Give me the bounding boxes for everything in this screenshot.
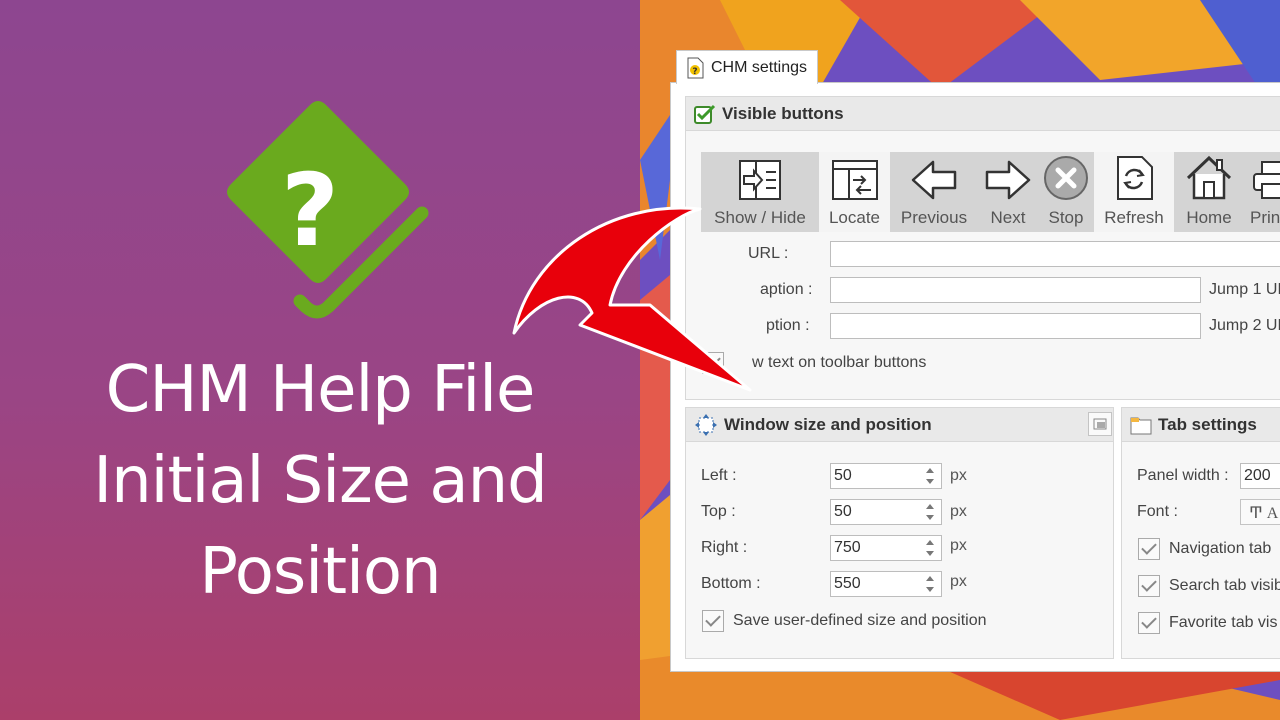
svg-text:?: ? [281,152,339,269]
bottom-label: Bottom : [701,575,761,592]
save-user-size-checkbox[interactable] [702,610,724,632]
spin-arrows-icon[interactable] [925,538,935,558]
tab-settings-header: Tab settings [1122,408,1280,442]
arrow-right-icon [985,160,1031,200]
headline-line-2: Initial Size and [93,444,548,518]
folder-tab-icon [1130,417,1152,434]
window-capture-icon [1093,418,1107,430]
jump2-url-label: Jump 2 UR [1209,317,1280,334]
search-tab-checkbox[interactable] [1138,575,1160,597]
headline-line-3: Position [199,535,441,609]
favorite-tab-checkbox[interactable] [1138,612,1160,634]
panel-width-label: Panel width : [1137,467,1229,484]
left-label: Left : [701,467,737,484]
panel-width-spinner[interactable]: 200 [1240,463,1280,489]
top-spinner[interactable]: 50 [830,499,942,525]
locate-icon [831,160,878,200]
toolbar-button-previous[interactable]: Previous [890,152,978,232]
toolbar-label: Previous [900,208,968,227]
tab-settings-title: Tab settings [1158,414,1257,434]
search-tab-label: Search tab visib [1169,577,1280,594]
spin-arrows-icon[interactable] [925,502,935,522]
right-label: Right : [701,539,748,556]
left-unit: px [950,467,967,484]
window-size-header: Window size and position [686,408,1113,442]
visible-buttons-header: Visible buttons [686,97,1280,131]
navigation-tab-checkbox[interactable] [1138,538,1160,560]
tab-label: CHM settings [711,58,808,76]
panel-width-value: 200 [1244,467,1271,484]
pick-position-button[interactable] [1088,412,1112,436]
arrow-left-icon [911,160,957,200]
stop-icon [1044,156,1088,200]
favorite-tab-label: Favorite tab vis [1169,614,1278,631]
toolbar-button-refresh[interactable]: Refresh [1094,152,1174,232]
bottom-unit: px [950,573,967,590]
toolbar-label: Next [990,208,1026,227]
svg-text:?: ? [692,67,697,77]
jump1-url-label: Jump 1 UR [1209,281,1280,298]
save-user-size-label: Save user-defined size and position [733,612,987,629]
help-book-logo-icon: ? [227,101,429,319]
spin-arrows-icon[interactable] [925,466,935,486]
toolbar-label: Refresh [1104,208,1164,227]
refresh-icon [1117,156,1153,200]
font-icon: Ͳ A [1249,505,1279,522]
right-value: 750 [834,539,861,556]
toolbar-button-next[interactable]: Next [978,152,1038,232]
toolbar-button-stop[interactable]: Stop [1038,152,1094,232]
toolbar-button-home[interactable]: Home [1174,152,1244,232]
jump2-caption-input[interactable] [830,313,1201,339]
bottom-spinner[interactable]: 550 [830,571,942,597]
font-label: Font : [1137,503,1178,520]
jump1-caption-input[interactable] [830,277,1201,303]
left-spinner[interactable]: 50 [830,463,942,489]
toolbar-button-locate[interactable]: Locate [819,152,890,232]
spin-arrows-icon[interactable] [925,574,935,594]
window-size-title: Window size and position [724,414,932,434]
checklist-icon [694,104,716,124]
right-unit: px [950,537,967,554]
tab-chm-settings[interactable]: ? CHM settings [676,50,818,84]
visible-buttons-title: Visible buttons [722,103,844,123]
navigation-tab-label: Navigation tab [1169,540,1272,557]
toolbar-label: Locate [828,208,881,227]
red-curved-arrow-icon [512,206,752,392]
toolbar-label: Print [1250,208,1280,227]
bottom-value: 550 [834,575,861,592]
toolbar-label: Home [1186,208,1232,227]
top-value: 50 [834,503,852,520]
right-spinner[interactable]: 750 [830,535,942,561]
toolbar-button-print[interactable]: Print [1244,152,1280,232]
top-label: Top : [701,503,736,520]
left-value: 50 [834,467,852,484]
move-resize-icon [695,413,717,436]
top-unit: px [950,503,967,520]
toolbar-label: Stop [1048,208,1084,227]
help-file-icon: ? [687,57,704,78]
font-picker-button[interactable]: Ͳ A [1240,499,1280,525]
home-url-input[interactable] [830,241,1280,267]
home-icon [1186,155,1232,200]
print-icon [1253,161,1280,199]
